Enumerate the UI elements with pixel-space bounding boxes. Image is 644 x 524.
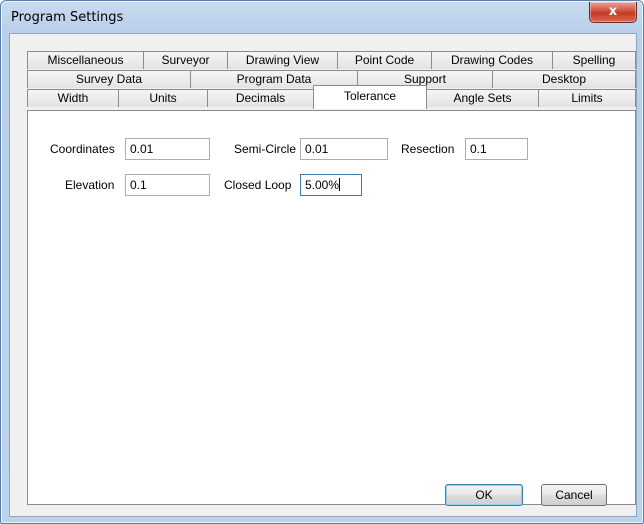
ok-button[interactable]: OK [445,484,523,506]
tab-tolerance[interactable]: Tolerance [313,85,427,109]
tab-width[interactable]: Width [27,89,119,107]
elevation-label: Elevation [65,178,115,192]
elevation-field[interactable]: 0.1 [125,174,210,196]
title-bar[interactable]: Program Settings x [1,1,643,35]
close-icon: x [608,4,618,19]
resection-field[interactable]: 0.1 [465,138,528,160]
tab-decimals[interactable]: Decimals [207,89,314,107]
tab-limits[interactable]: Limits [538,89,636,107]
tab-drawing-view[interactable]: Drawing View [227,51,338,69]
tab-row-3: Width Units Decimals Tolerance Angle Set… [27,85,637,109]
tab-miscellaneous[interactable]: Miscellaneous [27,51,144,69]
tab-row-1: Miscellaneous Surveyor Drawing View Poin… [27,51,637,70]
tab-surveyor[interactable]: Surveyor [143,51,228,69]
window-title: Program Settings [11,10,124,25]
coordinates-label: Coordinates [50,142,115,156]
dialog-client-area: Miscellaneous Surveyor Drawing View Poin… [9,33,637,517]
closed-loop-field[interactable]: 5.00% [300,174,362,196]
cancel-button[interactable]: Cancel [541,484,607,506]
semi-circle-label: Semi-Circle [234,142,297,156]
closed-loop-label: Closed Loop [224,178,292,192]
semi-circle-field[interactable]: 0.01 [300,138,388,160]
tab-spelling[interactable]: Spelling [552,51,636,69]
resection-label: Resection [401,142,455,156]
tab-angle-sets[interactable]: Angle Sets [426,89,539,107]
tab-desktop[interactable]: Desktop [492,70,636,88]
tab-survey-data[interactable]: Survey Data [27,70,191,88]
tab-units[interactable]: Units [118,89,208,107]
coordinates-field[interactable]: 0.01 [125,138,210,160]
close-button[interactable]: x [589,2,637,23]
text-caret [339,178,341,191]
program-settings-window: Program Settings x Miscellaneous Surveyo… [0,0,644,524]
tab-strip: Miscellaneous Surveyor Drawing View Poin… [27,51,637,109]
tab-drawing-codes[interactable]: Drawing Codes [431,51,553,69]
tolerance-panel: Coordinates 0.01 Semi-Circle 0.01 Resect… [27,110,636,505]
tab-point-code[interactable]: Point Code [337,51,432,69]
closed-loop-value: 5.00% [305,178,340,192]
